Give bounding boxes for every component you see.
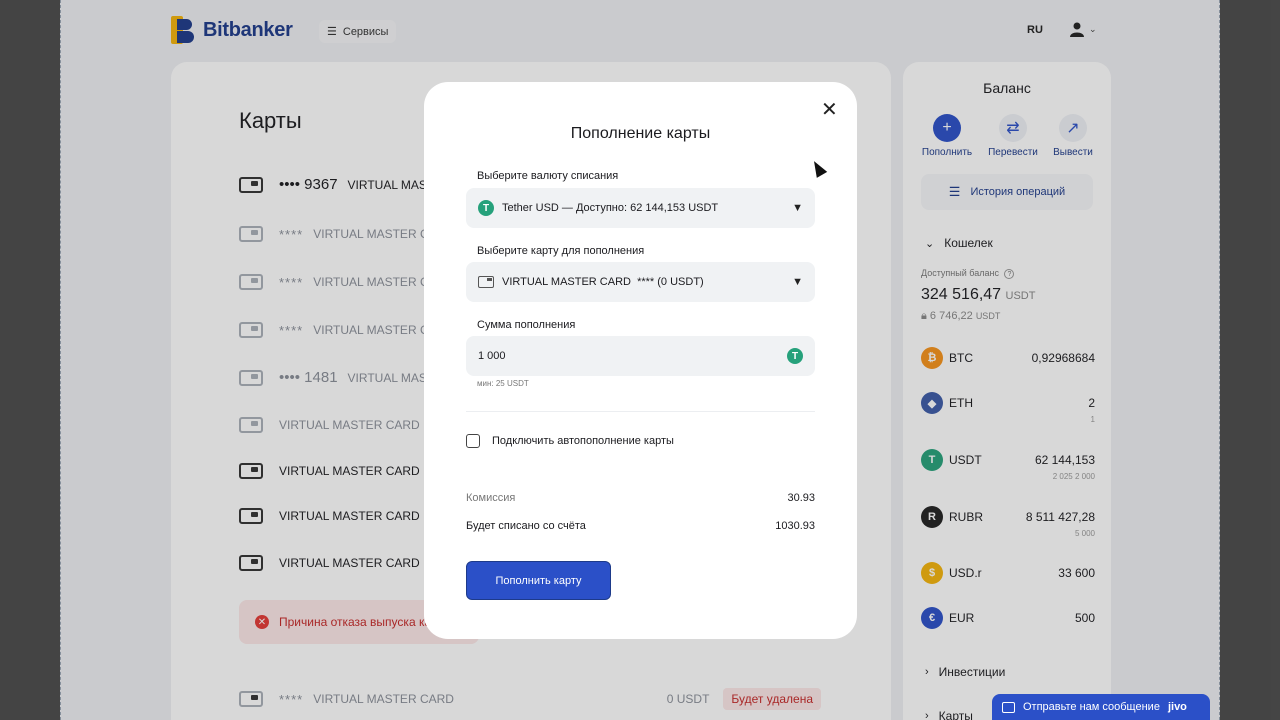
total-label: Будет списано со счёта bbox=[466, 520, 586, 532]
currency-label: Выберите валюту списания bbox=[477, 170, 619, 182]
currency-select-value: Tether USD — Доступно: 62 144,153 USDT bbox=[502, 202, 719, 214]
commission-label: Комиссия bbox=[466, 492, 516, 504]
commission-value: 30.93 bbox=[787, 492, 815, 504]
message-icon bbox=[1002, 701, 1015, 713]
card-select-label: Выберите карту для пополнения bbox=[477, 245, 645, 257]
jivo-logo: jivo bbox=[1167, 701, 1187, 713]
card-select-value: VIRTUAL MASTER CARD **** (0 USDT) bbox=[502, 276, 704, 288]
currency-select[interactable]: T Tether USD — Доступно: 62 144,153 USDT… bbox=[466, 188, 815, 228]
divider bbox=[466, 411, 815, 412]
tether-icon: T bbox=[787, 348, 803, 364]
auto-topup-checkbox[interactable] bbox=[466, 434, 480, 448]
topup-card-button[interactable]: Пополнить карту bbox=[466, 561, 611, 600]
total-row: Будет списано со счёта 1030.93 bbox=[466, 520, 815, 532]
modal-title: Пополнение карты bbox=[570, 125, 711, 142]
auto-topup-label: Подключить автопополнение карты bbox=[492, 435, 674, 447]
auto-topup-checkbox-row[interactable]: Подключить автопополнение карты bbox=[466, 434, 674, 448]
amount-label: Сумма пополнения bbox=[477, 319, 576, 331]
amount-input[interactable]: 1 000 T bbox=[466, 336, 815, 376]
chat-widget-button[interactable]: Отправьте нам сообщение jivo bbox=[992, 694, 1210, 720]
commission-row: Комиссия 30.93 bbox=[466, 492, 815, 504]
amount-input-value: 1 000 bbox=[478, 350, 506, 362]
close-icon[interactable]: ✕ bbox=[821, 100, 838, 120]
chat-widget-label: Отправьте нам сообщение bbox=[1023, 701, 1160, 713]
min-amount-hint: мин: 25 USDT bbox=[477, 379, 529, 388]
total-value: 1030.93 bbox=[775, 520, 815, 532]
tether-icon: T bbox=[478, 200, 494, 216]
card-icon bbox=[478, 276, 494, 288]
card-select[interactable]: VIRTUAL MASTER CARD **** (0 USDT) ▼ bbox=[466, 262, 815, 302]
chevron-down-icon: ▼ bbox=[792, 276, 803, 288]
chevron-down-icon: ▼ bbox=[792, 202, 803, 214]
topup-card-modal: ✕ Пополнение карты Выберите валюту списа… bbox=[424, 82, 857, 639]
